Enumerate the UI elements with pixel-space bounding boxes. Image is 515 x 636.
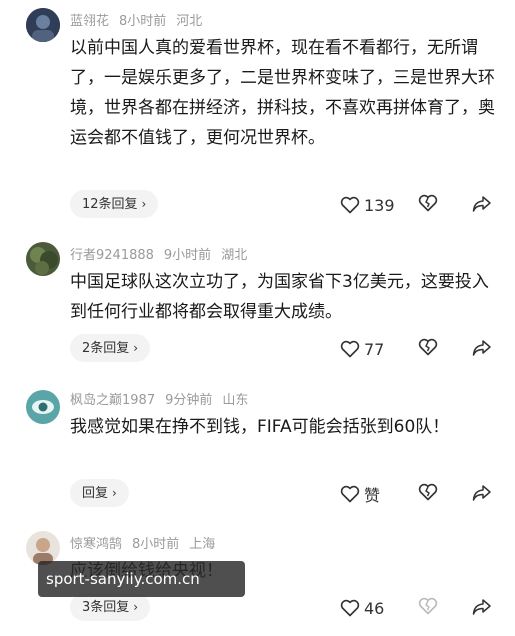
broken-heart-icon[interactable] xyxy=(418,597,438,615)
replies-button[interactable]: 2条回复 › xyxy=(70,334,151,362)
comment-actions: 赞 xyxy=(340,482,500,506)
heart-outline-icon xyxy=(340,599,360,617)
share-arrow-icon[interactable] xyxy=(472,484,492,502)
like-button[interactable]: 46 xyxy=(340,596,384,620)
chevron-right-icon: › xyxy=(141,197,147,211)
comment-time: 8小时前 xyxy=(119,14,167,29)
replies-label: 2条回复 xyxy=(82,341,130,356)
share-arrow-icon[interactable] xyxy=(472,339,492,357)
comment-actions: 139 xyxy=(340,193,500,217)
like-count: 77 xyxy=(364,339,385,359)
avatar[interactable] xyxy=(26,531,60,565)
like-button[interactable]: 139 xyxy=(340,193,395,217)
like-count: 46 xyxy=(364,598,385,618)
avatar[interactable] xyxy=(26,242,60,276)
comment-time: 9小时前 xyxy=(163,248,212,263)
comment-meta: 行者9241888 9小时前 湖北 xyxy=(70,244,257,263)
comment-location: 山东 xyxy=(222,393,249,408)
avatar[interactable] xyxy=(26,390,60,424)
replies-label: 3条回复 xyxy=(82,600,130,615)
username[interactable]: 行者9241888 xyxy=(70,248,154,263)
replies-button[interactable]: 3条回复 › xyxy=(70,593,151,621)
username[interactable]: 蓝翎花 xyxy=(70,14,109,29)
comment-time: 8小时前 xyxy=(132,537,180,552)
replies-label: 回复 xyxy=(82,486,109,501)
comment-time: 9分钟前 xyxy=(165,393,213,408)
broken-heart-icon[interactable] xyxy=(418,194,438,212)
heart-outline-icon xyxy=(340,340,360,358)
share-arrow-icon[interactable] xyxy=(472,195,492,213)
chevron-right-icon: › xyxy=(133,341,139,355)
comment-location: 湖北 xyxy=(221,248,248,263)
share-arrow-icon[interactable] xyxy=(472,598,492,616)
replies-button[interactable]: 回复 › xyxy=(70,479,129,507)
replies-button[interactable]: 12条回复 › xyxy=(70,190,159,218)
username[interactable]: 枫岛之巅1987 xyxy=(70,393,155,408)
heart-outline-icon xyxy=(340,485,360,503)
comment-text: 我感觉如果在挣不到钱，FIFA可能会括张到60队！ xyxy=(70,417,450,437)
comment-actions: 46 xyxy=(340,596,500,620)
comment-meta: 枫岛之巅1987 9分钟前 山东 xyxy=(70,389,258,408)
chevron-right-icon: › xyxy=(133,600,139,614)
comment-actions: 77 xyxy=(340,337,500,361)
username[interactable]: 惊寒鸿鹄 xyxy=(70,537,122,552)
replies-label: 12条回复 xyxy=(82,197,138,212)
comment-text: 以前中国人真的爱看世界杯，现在看不看都行，无所谓了，一是娱乐更多了，二是世界杯变… xyxy=(70,38,495,148)
comment-meta: 惊寒鸿鹄 8小时前 上海 xyxy=(70,533,225,552)
avatar[interactable] xyxy=(26,8,60,42)
chevron-right-icon: › xyxy=(112,486,117,500)
comment-location: 上海 xyxy=(189,537,216,552)
heart-outline-icon xyxy=(340,196,360,214)
like-count: 赞 xyxy=(364,486,381,505)
watermark-overlay: sport-sanyiiy.com.cn xyxy=(38,561,245,597)
broken-heart-icon[interactable] xyxy=(418,338,438,356)
broken-heart-icon[interactable] xyxy=(418,483,438,501)
like-button[interactable]: 77 xyxy=(340,337,384,361)
comment-text: 中国足球队这次立功了，为国家省下3亿美元，这要投入到任何行业都将都会取得重大成绩… xyxy=(70,272,489,322)
like-count: 139 xyxy=(364,195,395,215)
comment-meta: 蓝翎花 8小时前 河北 xyxy=(70,10,212,29)
like-button[interactable]: 赞 xyxy=(340,482,380,506)
comment-location: 河北 xyxy=(176,14,203,29)
